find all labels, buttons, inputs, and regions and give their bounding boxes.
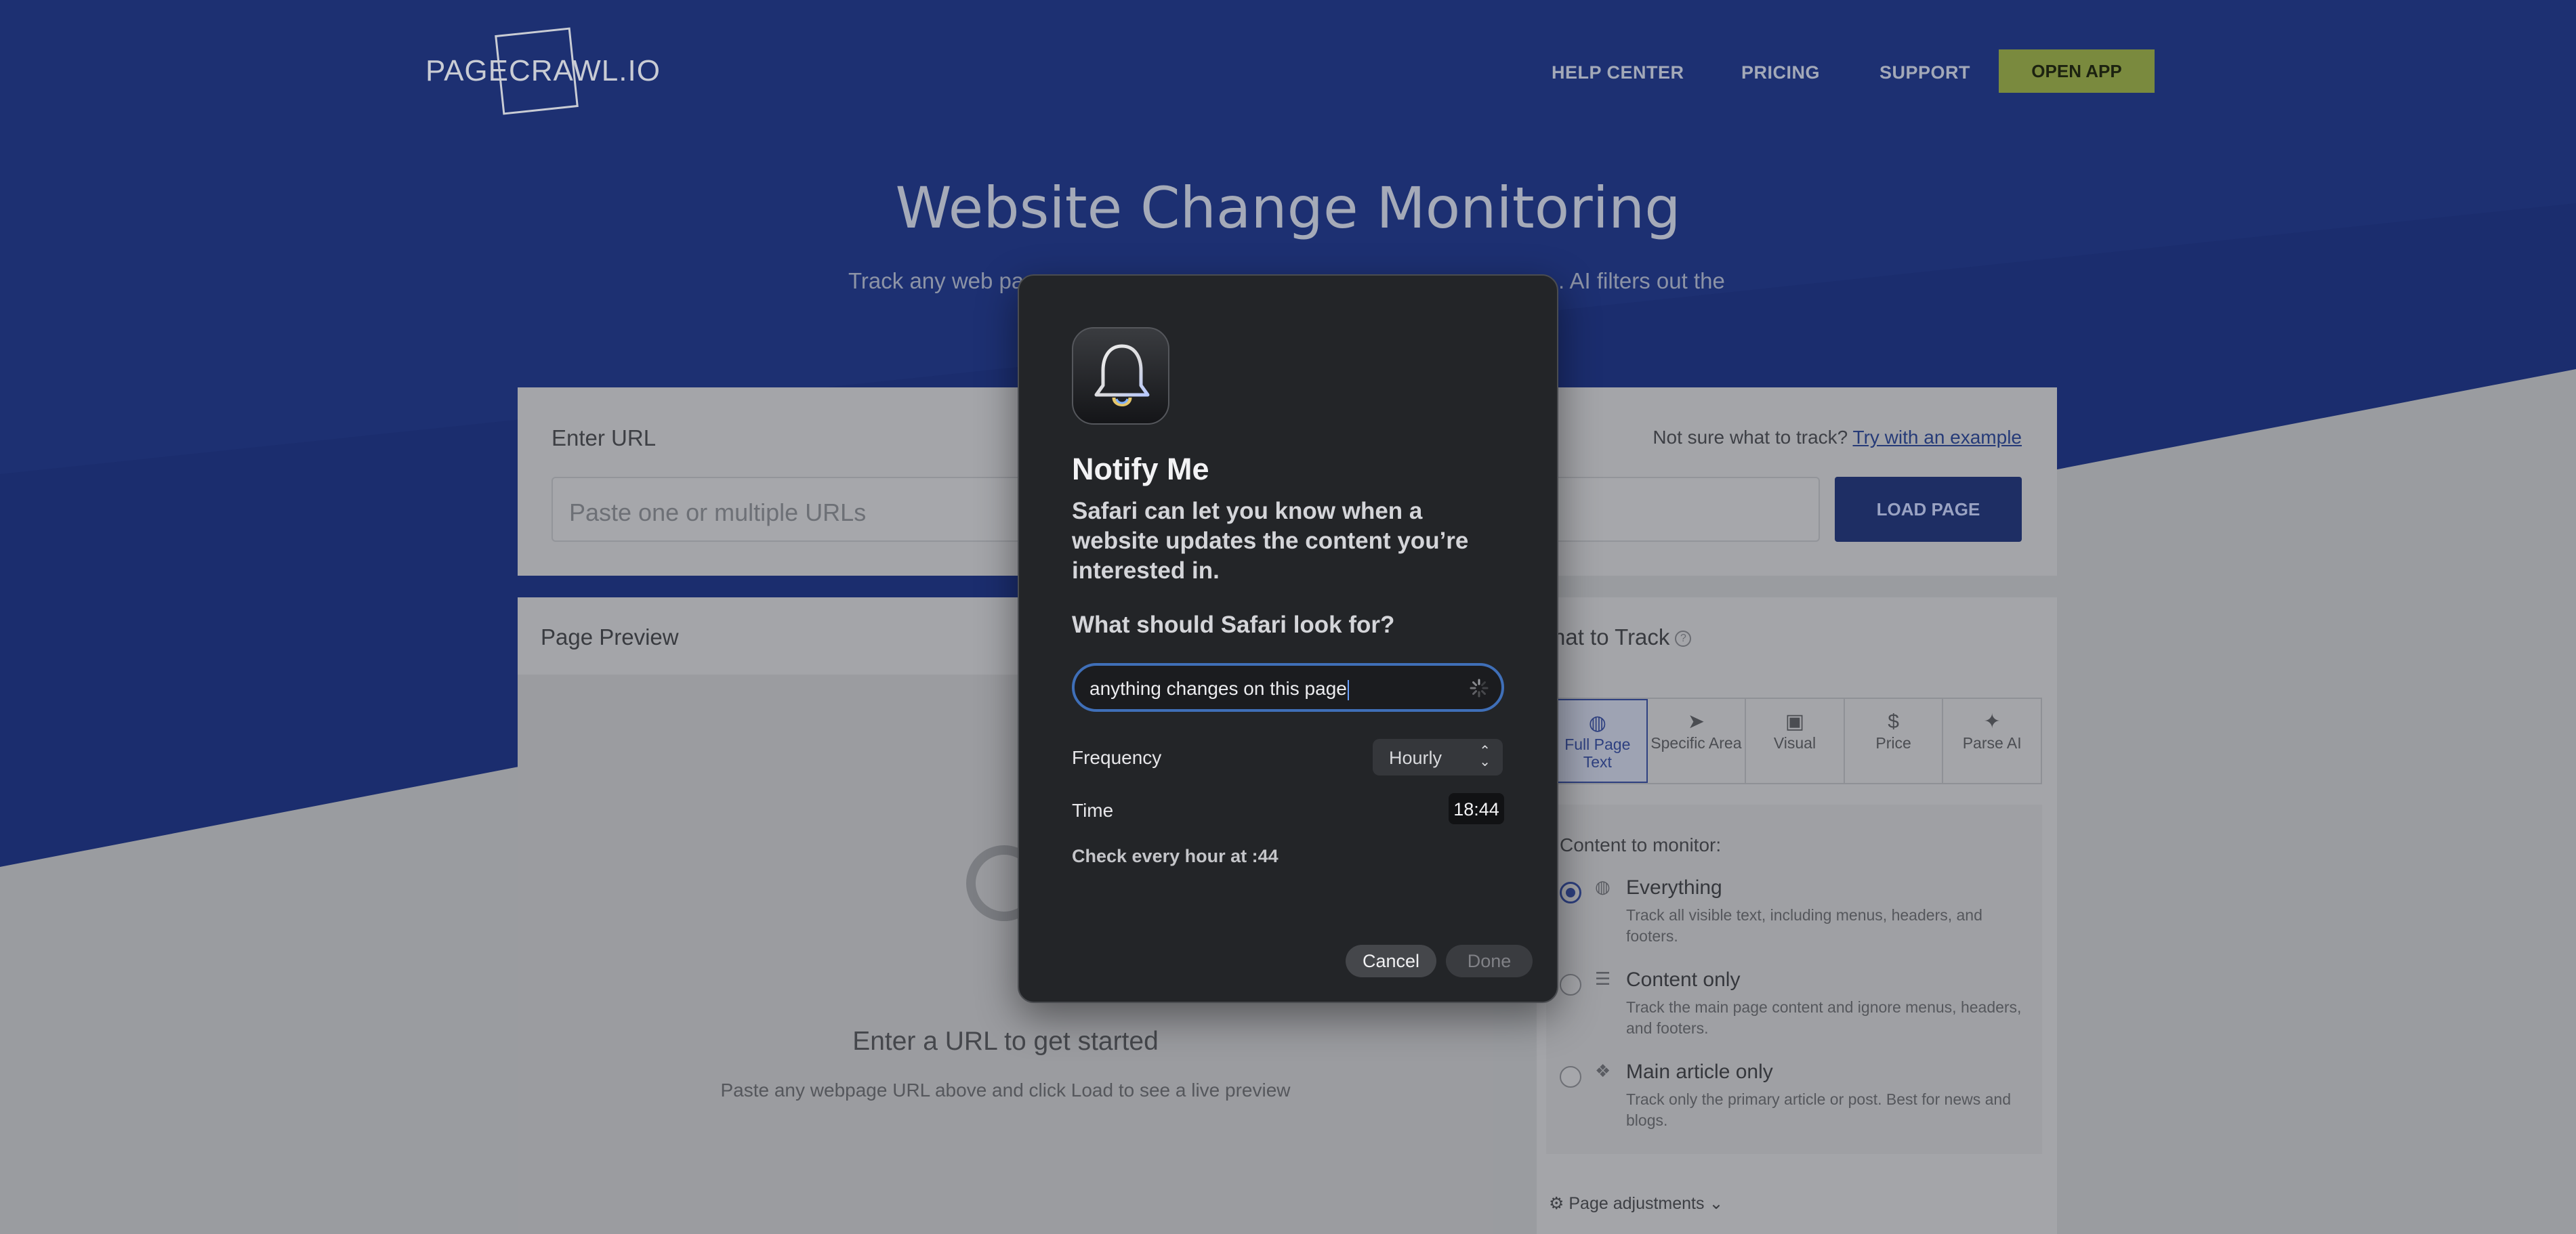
dialog-title: Notify Me [1072,452,1209,486]
content-to-monitor-label: Content to monitor: [1560,834,1722,855]
preview-empty-subtitle: Paste any webpage URL above and click Lo… [720,1080,1291,1101]
done-button[interactable]: Done [1446,945,1533,977]
time-label: Time [1072,800,1114,821]
look-for-input-value: anything changes on this page [1089,678,1349,700]
preview-empty-title: Enter a URL to get started [852,1027,1159,1056]
chevron-down-icon: ⌄ [1709,1194,1724,1213]
frequency-value: Hourly [1389,748,1442,768]
help-icon[interactable]: ? [1675,631,1692,647]
tab-label: Parse AI [1962,734,2022,752]
tab-label: Specific Area [1650,734,1742,752]
globe-icon: ◍ [1595,876,1611,897]
sparkle-icon: ✦ [1983,710,2001,733]
what-to-track-card: hat to Track? ◍ Full Page Text ➤ Specifi… [1537,597,2057,1234]
option-title: Main article only [1626,1061,1773,1083]
dialog-description: Safari can let you know when a website u… [1072,498,1469,584]
tab-label: Visual [1773,734,1816,752]
logo-text: PAGECRAWL.IO [425,54,661,87]
radio-main-article[interactable] [1560,1066,1581,1088]
url-label: Enter URL [552,425,657,450]
hero-title: Website Change Monitoring [895,175,1681,241]
tab-full-page-text[interactable]: ◍ Full Page Text [1547,699,1648,783]
option-description: Track all visible text, including menus,… [1626,906,1982,945]
page-adjustments-toggle[interactable]: ⚙ Page adjustments ⌄ [1549,1193,1723,1214]
option-description: Track only the primary article or post. … [1626,1090,2011,1129]
text-caret [1347,679,1349,700]
option-description: Track the main page content and ignore m… [1626,998,2022,1037]
dollar-icon: $ [1888,710,1899,733]
look-for-input[interactable]: anything changes on this page [1072,663,1504,712]
example-hint: Not sure what to track? Try with an exam… [1653,427,2022,448]
frequency-select[interactable]: Hourly ⌃ ⌄ [1373,739,1503,775]
cursor-icon: ➤ [1687,710,1705,733]
loading-spinner-icon [1470,679,1489,698]
example-hint-text: Not sure what to track? [1653,427,1848,448]
tab-price[interactable]: $ Price [1845,699,1944,783]
chevron-updown-icon: ⌃ ⌄ [1479,744,1491,769]
nav-help-center[interactable]: HELP CENTER [1552,62,1684,83]
what-to-track-title: hat to Track? [1553,624,1692,650]
nav-pricing[interactable]: PRICING [1741,62,1820,83]
lines-icon: ☰ [1595,969,1611,989]
hero-subtitle-right: . AI filters out the [1558,268,1725,293]
input-text: anything changes on this page [1089,678,1347,699]
url-input-placeholder: Paste one or multiple URLs [569,498,867,526]
cancel-button[interactable]: Cancel [1346,945,1436,977]
frequency-label: Frequency [1072,747,1162,768]
page-preview-title: Page Preview [541,624,679,650]
tab-label: Full Page Text [1564,736,1631,771]
tab-label: Price [1875,734,1911,752]
notify-me-dialog: Notify Me Safari can let you know when a… [1018,274,1558,1003]
tab-parse-ai[interactable]: ✦ Parse AI [1943,699,2041,783]
dialog-question: What should Safari look for? [1072,612,1395,638]
nav-support[interactable]: SUPPORT [1879,62,1970,83]
try-example-link[interactable]: Try with an example [1853,427,2022,448]
top-nav: PAGECRAWL.IO HELP CENTER PRICING SUPPORT… [0,0,2576,142]
radio-everything[interactable] [1560,882,1581,903]
option-title: Content only [1626,969,1741,991]
content-to-monitor: Content to monitor: ◍ Everything Track a… [1546,805,2042,1154]
gear-icon: ⚙ [1549,1194,1564,1213]
load-page-button[interactable]: LOAD PAGE [1835,477,2022,542]
time-value: 18:44 [1453,799,1499,820]
open-app-button[interactable]: OPEN APP [1999,49,2155,93]
bell-icon [1072,327,1169,425]
tab-specific-area[interactable]: ➤ Specific Area [1648,699,1747,783]
globe-icon: ◍ [1588,712,1606,734]
radio-content-only[interactable] [1560,974,1581,996]
site-logo[interactable]: PAGECRAWL.IO [425,27,660,116]
tab-visual[interactable]: ▣ Visual [1746,699,1845,783]
page-adjustments-label: Page adjustments [1569,1194,1705,1213]
check-schedule-text: Check every hour at :44 [1072,846,1279,866]
what-to-track-label: hat to Track [1553,624,1670,650]
option-title: Everything [1626,876,1722,899]
track-mode-tabs: ◍ Full Page Text ➤ Specific Area ▣ Visua… [1546,698,2042,784]
time-field[interactable]: 18:44 [1449,793,1504,824]
hero-subtitle-left: Track any web pa [848,268,1024,293]
image-icon: ▣ [1785,710,1805,733]
article-icon: ❖ [1595,1061,1611,1081]
